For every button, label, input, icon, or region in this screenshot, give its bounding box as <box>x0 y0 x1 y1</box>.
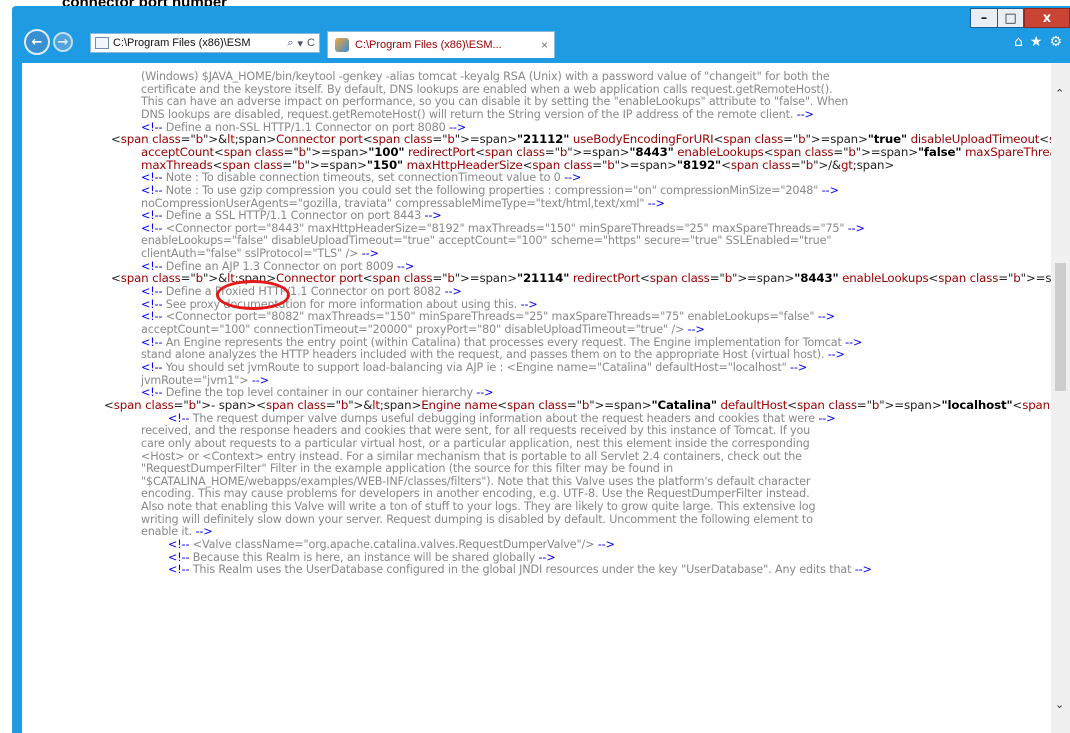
address-text[interactable]: C:\Program Files (x86)\ESM <box>113 37 287 49</box>
xml-line: acceptCount<span class="b">=span>"100" r… <box>141 144 1051 159</box>
browser-toolbar: ← → C:\Program Files (x86)\ESM ⌕ ▾ C C:\… <box>12 28 1070 58</box>
xml-line: <!-- Define a SSL HTTP/1.1 Connector on … <box>141 209 442 223</box>
close-button[interactable]: x <box>1024 8 1070 28</box>
xml-line: "$CATALINA_HOME/webapps/examples/WEB-INF… <box>141 474 811 488</box>
xml-line: noCompressionUserAgents="gozilla, travia… <box>141 196 665 210</box>
xml-line: <!-- Note : To use gzip compression you … <box>141 183 839 197</box>
xml-line: <!-- <Connector port="8443" maxHttpHeade… <box>141 221 865 235</box>
xml-line: Also note that enabling this Valve will … <box>141 500 816 514</box>
xml-line: <!-- This Realm uses the UserDatabase co… <box>168 563 872 577</box>
search-icon[interactable]: ⌕ <box>287 37 293 50</box>
xml-line: maxThreads<span class="b">=span>"150" ma… <box>141 157 895 172</box>
xml-line: <!-- See proxy documentation for more in… <box>141 297 538 311</box>
scroll-thumb[interactable] <box>1055 263 1066 391</box>
right-toolbar: ⌂ ★ ⚙ <box>1014 34 1062 50</box>
scroll-down-icon[interactable]: ⌄ <box>1055 698 1064 711</box>
xml-line: clientAuth="false" sslProtocol="TLS" /> … <box>141 247 379 261</box>
xml-document-view: (Windows) $JAVA_HOME/bin/keytool -genkey… <box>22 63 1051 733</box>
xml-line: <!-- Note : To disable connection timeou… <box>141 171 582 185</box>
refresh-icon[interactable]: C <box>307 37 315 49</box>
page-favicon-icon <box>95 37 109 49</box>
address-bar[interactable]: C:\Program Files (x86)\ESM ⌕ ▾ C <box>90 33 320 53</box>
back-button[interactable]: ← <box>24 29 50 55</box>
favorites-icon[interactable]: ★ <box>1030 34 1043 50</box>
xml-line: <!-- Define an AJP 1.3 Connector on port… <box>141 259 415 273</box>
xml-line: <Host> or <Context> entry instead. For a… <box>141 449 802 463</box>
maximize-button[interactable]: □ <box>997 8 1024 28</box>
scroll-up-icon[interactable]: ⌃ <box>1055 87 1064 100</box>
xml-line: care only about requests to a particular… <box>141 436 810 450</box>
xml-line: <span class="b">- span><span class="b">&… <box>104 397 1050 412</box>
xml-line: <!-- Define the top level container in o… <box>141 386 494 400</box>
xml-line: enable it. --> <box>141 525 213 539</box>
browser-window: – □ x ← → C:\Program Files (x86)\ESM ⌕ ▾… <box>12 6 1070 733</box>
tab-close-icon[interactable]: × <box>541 38 548 52</box>
tab-active[interactable]: C:\Program Files (x86)\ESM... × <box>327 31 555 58</box>
forward-arrow-icon: → <box>57 34 69 50</box>
home-icon[interactable]: ⌂ <box>1014 34 1023 50</box>
back-arrow-icon: ← <box>31 34 43 50</box>
xml-line: received, and the response headers and c… <box>141 424 811 438</box>
xml-line: <!-- Define a non-SSL HTTP/1.1 Connector… <box>141 120 466 134</box>
xml-line: <!-- <Connector port="8082" maxThreads="… <box>141 310 835 324</box>
forward-button[interactable]: → <box>53 32 73 52</box>
xml-line: <span class="b">&lt;span>Connector port<… <box>111 132 1051 147</box>
vertical-scrollbar[interactable]: ⌃ ⌄ <box>1051 63 1070 733</box>
dropdown-icon[interactable]: ▾ <box>298 37 304 50</box>
xml-line: certificate and the keystore itself. By … <box>141 82 833 96</box>
xml-line: "RequestDumperFilter" Filter in the exam… <box>141 462 674 476</box>
highlight-circle <box>216 280 290 310</box>
xml-line: <!-- The request dumper valve dumps usef… <box>168 411 836 425</box>
xml-line: writing will definitely slow down your s… <box>141 512 813 526</box>
minimize-button[interactable]: – <box>970 8 997 28</box>
xml-line: jvmRoute="jvm1"> --> <box>141 373 269 387</box>
xml-line: acceptCount="100" connectionTimeout="200… <box>141 323 705 336</box>
xml-line: stand alone analyzes the HTTP headers in… <box>141 348 845 362</box>
xml-line: This can have an adverse impact on perfo… <box>141 95 849 109</box>
tab-title: C:\Program Files (x86)\ESM... <box>355 39 502 51</box>
xml-line: enableLookups="false" disableUploadTimeo… <box>141 234 832 248</box>
window-controls: – □ x <box>970 8 1070 30</box>
settings-icon[interactable]: ⚙ <box>1049 34 1062 50</box>
xml-line: DNS lookups are disabled, request.getRem… <box>141 107 814 121</box>
xml-line: <!-- An Engine represents the entry poin… <box>141 335 863 349</box>
xml-line: <!-- Because this Realm is here, an inst… <box>168 550 556 564</box>
xml-line: <!-- Define a Proxied HTTP/1.1 Connector… <box>141 285 462 299</box>
xml-line: <!-- You should set jvmRoute to support … <box>141 360 807 374</box>
xml-line: encoding. This may cause problems for de… <box>141 487 810 501</box>
ie-tab-icon <box>335 38 349 52</box>
xml-line: (Windows) $JAVA_HOME/bin/keytool -genkey… <box>141 70 830 83</box>
xml-line: <!-- <Valve className="org.apache.catali… <box>168 538 615 552</box>
